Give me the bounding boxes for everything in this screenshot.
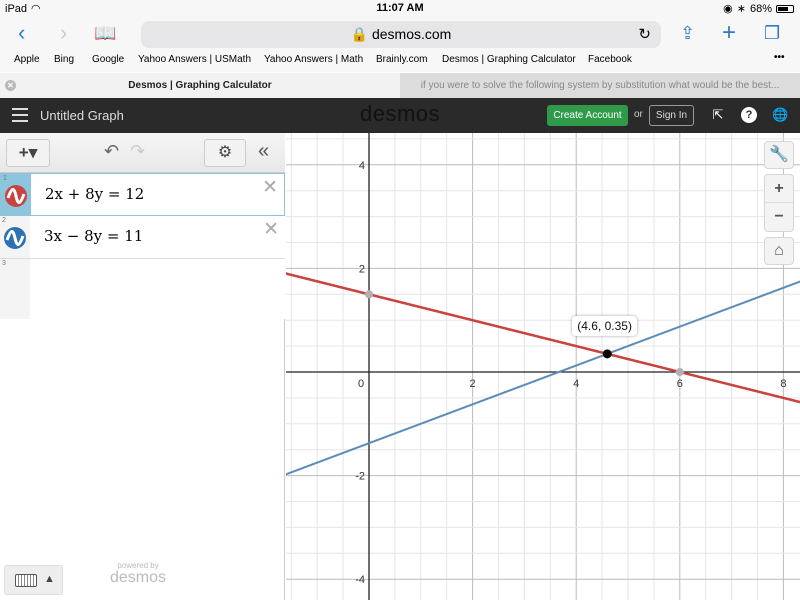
keyboard-icon xyxy=(15,574,37,587)
sign-in-button[interactable]: Sign In xyxy=(649,105,694,126)
expression-number: 2 xyxy=(2,217,6,224)
y-tick-label: -2 xyxy=(355,471,365,483)
bookmark-desmos[interactable]: Desmos | Graphing Calculator xyxy=(442,54,576,65)
x-tick-label: 4 xyxy=(573,378,579,390)
new-tab-icon[interactable]: + xyxy=(722,20,736,46)
expression-gutter[interactable]: 2 xyxy=(0,216,30,258)
bookmark-facebook[interactable]: Facebook xyxy=(588,54,632,65)
intercept-point xyxy=(675,368,684,376)
address-bar[interactable]: 🔒 desmos.com ↻ xyxy=(141,21,661,48)
zoom-in-button[interactable]: + xyxy=(765,175,793,203)
graph-title[interactable]: Untitled Graph xyxy=(40,108,124,123)
hamburger-menu-icon[interactable] xyxy=(12,108,28,122)
favorites-bar: Apple Bing Google Yahoo Answers | USMath… xyxy=(0,48,800,72)
graph-paper[interactable]: 0 2 4 6 8 4 2 -2 -4 (4.6, 0.35) xyxy=(286,133,800,600)
rotation-lock-icon: ◉ xyxy=(723,3,733,15)
delete-expression-icon[interactable]: ✕ xyxy=(262,176,278,199)
x-tick-label: 0 xyxy=(358,378,364,390)
expression-row[interactable]: 2 3x − 8y = 11 ✕ xyxy=(0,216,285,259)
delete-expression-icon[interactable]: ✕ xyxy=(263,218,279,241)
graph-curve-color-icon[interactable] xyxy=(5,185,27,207)
bluetooth-icon: ∗ xyxy=(736,3,746,15)
help-icon[interactable]: ? xyxy=(741,107,757,123)
bookmarks-book-icon[interactable]: 📖 xyxy=(94,20,116,46)
browser-toolbar: ‹ › 📖 🔒 desmos.com ↻ ⇪ + ❐ xyxy=(0,18,800,48)
caret-up-icon: ▲ xyxy=(44,573,55,585)
intersection-label[interactable]: (4.6, 0.35) xyxy=(572,315,637,336)
redo-icon[interactable]: ↷ xyxy=(130,141,145,162)
close-tab-icon[interactable]: ✕ xyxy=(5,80,16,91)
intersection-point xyxy=(602,349,612,359)
intercept-point xyxy=(365,290,373,299)
tab-label: Desmos | Graphing Calculator xyxy=(128,80,272,91)
keyboard-toggle-button[interactable]: ▲ xyxy=(4,565,63,595)
collapse-panel-icon[interactable]: « xyxy=(258,140,269,163)
url-text: desmos.com xyxy=(371,26,452,42)
battery-percent: 68% xyxy=(749,2,772,15)
bookmark-yahoo-math[interactable]: Yahoo Answers | Math xyxy=(264,54,363,65)
status-bar: iPad ◠ 11:07 AM ◉ ∗ 68% xyxy=(0,0,800,18)
expression-row[interactable]: 3 xyxy=(0,259,285,319)
expression-panel: +▾ ↶ ↷ ⚙ « 1 2x + 8y = 12 ✕ 2 3x − 8y = 11 ✕ 3… xyxy=(0,133,285,600)
tab-bar: ✕ Desmos | Graphing Calculator if you wer… xyxy=(0,73,800,98)
powered-by-desmos: powered by desmos xyxy=(110,561,166,586)
add-item-button[interactable]: +▾ xyxy=(6,139,50,167)
back-icon[interactable]: ‹ xyxy=(18,20,25,46)
zoom-controls: + − xyxy=(764,174,794,232)
x-tick-label: 8 xyxy=(780,378,786,390)
x-tick-label: 2 xyxy=(470,378,476,390)
battery-icon xyxy=(776,4,794,13)
powered-by-logo: desmos xyxy=(110,569,167,586)
bookmark-yahoo-usmath[interactable]: Yahoo Answers | USMath xyxy=(138,54,251,65)
expression-gutter[interactable]: 1 xyxy=(1,174,31,215)
more-bookmarks-icon[interactable]: ••• xyxy=(774,52,785,63)
y-tick-label: 2 xyxy=(359,263,365,275)
expression-number: 1 xyxy=(3,175,7,182)
expression-number: 3 xyxy=(2,260,6,267)
expression-input[interactable]: 2x + 8y = 12 xyxy=(45,185,144,203)
tabs-overview-icon[interactable]: ❐ xyxy=(764,20,780,46)
undo-icon[interactable]: ↶ xyxy=(104,141,119,162)
forward-icon[interactable]: › xyxy=(60,20,67,46)
bookmark-brainly[interactable]: Brainly.com xyxy=(376,54,428,65)
zoom-out-button[interactable]: − xyxy=(765,203,793,231)
tab-desmos[interactable]: ✕ Desmos | Graphing Calculator xyxy=(0,73,400,98)
expression-toolbar: +▾ ↶ ↷ ⚙ « xyxy=(0,133,285,173)
expression-gutter[interactable]: 3 xyxy=(0,259,30,319)
share-graph-icon[interactable]: ⇱ xyxy=(710,107,726,123)
language-globe-icon[interactable]: 🌐 xyxy=(772,107,788,123)
home-view-icon[interactable]: ⌂ xyxy=(764,237,794,265)
settings-gear-icon[interactable]: ⚙ xyxy=(204,139,246,167)
graph-settings-wrench-icon[interactable]: 🔧 xyxy=(764,141,794,169)
graph-curve-color-icon[interactable] xyxy=(4,227,26,249)
y-tick-label: -4 xyxy=(355,574,365,586)
y-tick-label: 4 xyxy=(359,160,365,172)
desmos-header: Untitled Graph desmos Create Account or … xyxy=(0,98,800,133)
desmos-logo: desmos xyxy=(360,101,441,126)
reload-icon[interactable]: ↻ xyxy=(638,21,651,48)
or-label: or xyxy=(634,109,643,120)
share-icon[interactable]: ⇪ xyxy=(680,20,695,46)
graph-canvas[interactable]: 0 2 4 6 8 4 2 -2 -4 xyxy=(286,133,800,600)
bookmark-google[interactable]: Google xyxy=(92,54,124,65)
x-tick-label: 6 xyxy=(677,378,683,390)
tab-label: if you were to solve the following syste… xyxy=(420,80,780,91)
clock: 11:07 AM xyxy=(376,2,424,14)
expression-input[interactable]: 3x − 8y = 11 xyxy=(44,227,143,245)
expression-row[interactable]: 1 2x + 8y = 12 ✕ xyxy=(0,173,285,216)
bookmark-apple[interactable]: Apple xyxy=(14,54,40,65)
tab-question[interactable]: if you were to solve the following syste… xyxy=(400,73,800,98)
create-account-button[interactable]: Create Account xyxy=(547,105,628,126)
bookmark-bing[interactable]: Bing xyxy=(54,54,74,65)
